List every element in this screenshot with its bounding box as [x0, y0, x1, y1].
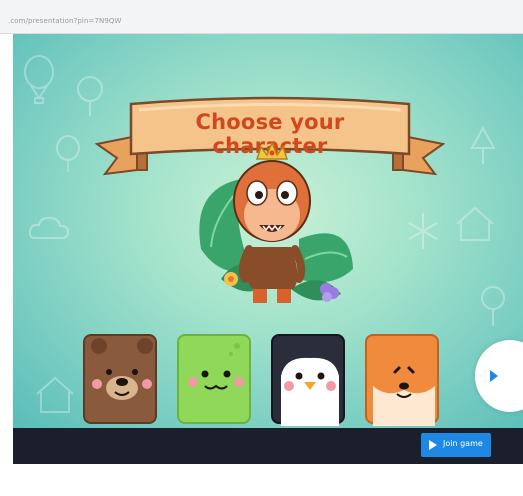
character-card-penguin[interactable] — [271, 334, 345, 426]
bear-icon — [91, 338, 153, 400]
tree-doodle-icon — [470, 125, 496, 164]
character-card-bear[interactable] — [83, 334, 157, 424]
page-below — [0, 464, 523, 496]
url-text: .com/presentation?pin=7N9QW — [8, 17, 122, 25]
windmill-doodle-icon — [408, 213, 438, 249]
character-card-fox[interactable] — [365, 334, 439, 426]
chevron-right-icon — [490, 370, 498, 382]
selected-character-monkey[interactable] — [181, 129, 361, 319]
bottom-bar: Join game — [13, 428, 523, 464]
play-icon — [429, 440, 437, 450]
join-game-label: Join game — [443, 439, 483, 448]
join-game-button[interactable]: Join game — [421, 433, 491, 457]
house-doodle-icon — [456, 206, 494, 241]
character-card-frog[interactable] — [177, 334, 251, 424]
frog-icon — [188, 343, 244, 390]
game-stage: Choose your character — [13, 34, 523, 428]
browser-address-bar[interactable]: .com/presentation?pin=7N9QW — [0, 0, 523, 34]
left-margin — [0, 34, 13, 464]
balloon-doodle-icon — [56, 135, 80, 172]
fox-icon — [373, 366, 435, 426]
house-doodle-icon — [36, 376, 74, 413]
next-character-button[interactable] — [475, 340, 523, 412]
tree-doodle-icon — [481, 286, 505, 326]
cloud-doodle-icon — [28, 216, 70, 240]
penguin-icon — [281, 357, 339, 426]
balloon-doodle-icon — [24, 55, 54, 104]
